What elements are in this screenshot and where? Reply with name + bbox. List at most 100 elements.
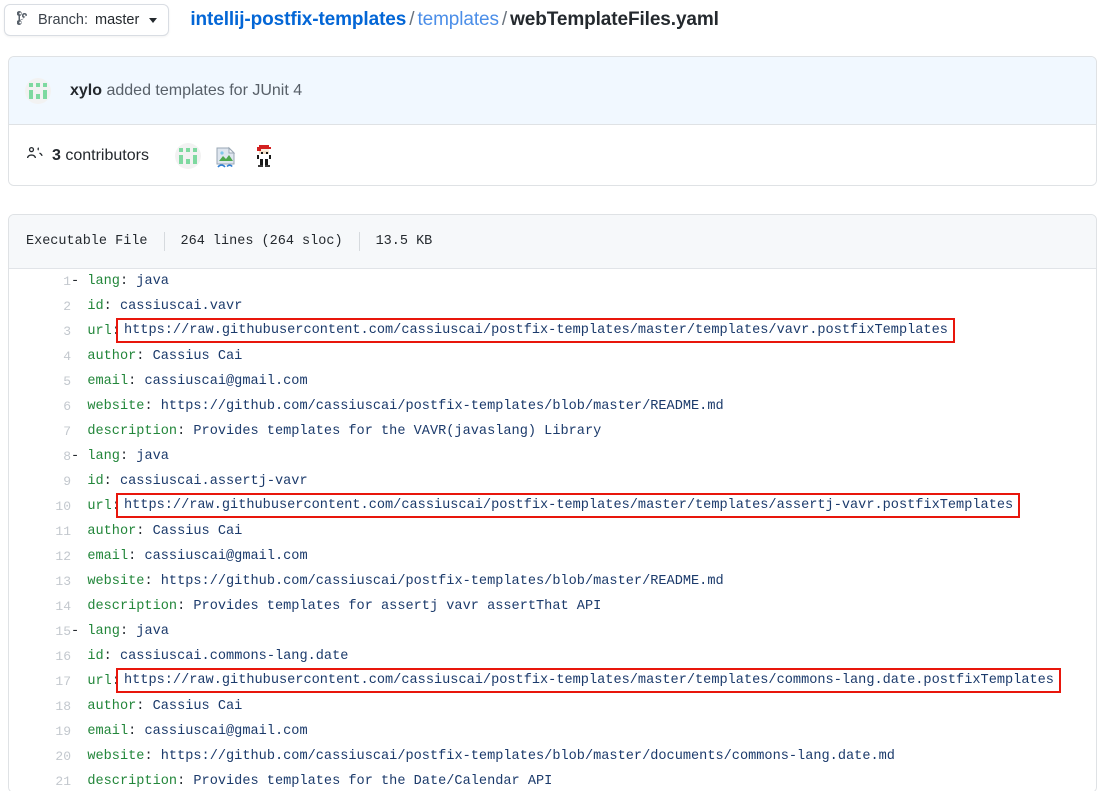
line-number[interactable]: 4 <box>9 344 71 369</box>
yaml-punctuation <box>71 699 87 714</box>
highlighted-url-box: https://raw.githubusercontent.com/cassiu… <box>115 493 1021 518</box>
code-line-content: description: Provides templates for the … <box>71 419 1096 444</box>
yaml-value: https://github.com/cassiuscai/postfix-te… <box>160 574 724 589</box>
yaml-key: lang <box>87 449 120 464</box>
yaml-punctuation: : <box>119 274 137 289</box>
yaml-value: java <box>136 449 169 464</box>
yaml-key: website <box>87 749 145 764</box>
code-line-content: id: cassiuscai.commons-lang.date <box>71 644 1096 669</box>
yaml-punctuation: : <box>128 374 145 389</box>
yaml-punctuation: - <box>71 274 88 289</box>
contributor-avatar-broken-image[interactable] <box>213 143 239 169</box>
yaml-punctuation: : <box>177 774 194 789</box>
contributor-avatars <box>174 142 277 169</box>
line-number[interactable]: 17 <box>9 669 71 694</box>
code-line: 11 author: Cassius Cai <box>9 519 1096 544</box>
commit-message-text: added templates for JUnit 4 <box>106 81 303 99</box>
code-line-content: - lang: java <box>71 619 1096 644</box>
code-line: 7 description: Provides templates for th… <box>9 419 1096 444</box>
code-line: 2 id: cassiuscai.vavr <box>9 294 1096 319</box>
yaml-key: website <box>87 574 145 589</box>
code-line: 10 url: https://raw.githubusercontent.com… <box>9 493 1096 519</box>
line-number[interactable]: 7 <box>9 419 71 444</box>
commit-author-avatar[interactable] <box>25 77 51 104</box>
code-line: 21 description: Provides templates for t… <box>9 769 1096 791</box>
breadcrumb: intellij-postfix-templates / templates / web… <box>190 9 719 31</box>
line-number[interactable]: 9 <box>9 469 71 494</box>
yaml-value: java <box>136 274 169 289</box>
branch-label: Branch: <box>38 12 88 28</box>
yaml-punctuation <box>71 374 87 389</box>
yaml-punctuation <box>71 474 87 489</box>
contributors-count: 3 contributors <box>52 147 149 165</box>
yaml-punctuation: : <box>144 574 161 589</box>
yaml-key: description <box>87 599 178 614</box>
yaml-key: id <box>87 649 104 664</box>
code-viewer[interactable]: 1- lang: java 2 id: cassiuscai.vavr 3 url:… <box>9 269 1096 791</box>
file-size: 13.5 KB <box>375 234 433 249</box>
line-number[interactable]: 19 <box>9 719 71 744</box>
code-line-content: id: cassiuscai.assertj-vavr <box>71 469 1096 494</box>
code-line-content: url: https://raw.githubusercontent.com/ca… <box>71 318 1096 344</box>
yaml-punctuation <box>71 599 87 614</box>
yaml-key: description <box>87 424 178 439</box>
commit-message: xylo added templates for JUnit 4 <box>70 82 302 100</box>
yaml-punctuation <box>71 549 87 564</box>
code-line-content: author: Cassius Cai <box>71 344 1096 369</box>
line-number[interactable]: 15 <box>9 619 71 644</box>
line-number[interactable]: 6 <box>9 394 71 419</box>
contributors-label: contributors <box>65 146 149 164</box>
line-number[interactable]: 10 <box>9 494 71 519</box>
line-number[interactable]: 5 <box>9 369 71 394</box>
line-number[interactable]: 3 <box>9 319 71 344</box>
line-number[interactable]: 20 <box>9 744 71 769</box>
contributor-avatar-identicon[interactable] <box>174 142 201 169</box>
latest-commit-row: xylo added templates for JUnit 4 <box>9 57 1096 125</box>
line-number[interactable]: 18 <box>9 694 71 719</box>
line-number[interactable]: 21 <box>9 769 71 791</box>
yaml-key: author <box>87 349 137 364</box>
github-file-view: Branch: master intellij-postfix-template… <box>0 0 1105 791</box>
code-line: 18 author: Cassius Cai <box>9 694 1096 719</box>
divider <box>358 232 360 251</box>
code-line-content: - lang: java <box>71 444 1096 469</box>
contributors-count-number: 3 <box>52 146 61 164</box>
code-line-content: url: https://raw.githubusercontent.com/ca… <box>71 668 1096 694</box>
yaml-punctuation: : <box>128 724 145 739</box>
line-number[interactable]: 16 <box>9 644 71 669</box>
highlighted-url-box: https://raw.githubusercontent.com/cassiu… <box>115 668 1061 693</box>
line-number[interactable]: 11 <box>9 519 71 544</box>
line-number[interactable]: 14 <box>9 594 71 619</box>
yaml-value: cassiuscai@gmail.com <box>144 549 308 564</box>
line-number[interactable]: 13 <box>9 569 71 594</box>
contributor-avatar-pixel-character[interactable] <box>251 143 277 169</box>
line-number[interactable]: 1 <box>9 269 71 294</box>
yaml-key: id <box>87 299 104 314</box>
code-line: 3 url: https://raw.githubusercontent.com/… <box>9 318 1096 344</box>
code-line-content: author: Cassius Cai <box>71 519 1096 544</box>
line-number[interactable]: 12 <box>9 544 71 569</box>
yaml-punctuation: : <box>128 549 145 564</box>
file-mode: Executable File <box>26 234 148 249</box>
line-number[interactable]: 8 <box>9 444 71 469</box>
commit-author-name[interactable]: xylo <box>70 82 102 99</box>
file-meta-header: Executable File 264 lines (264 sloc) 13.… <box>9 215 1096 269</box>
chevron-down-icon <box>149 17 158 23</box>
branch-selector-button[interactable]: Branch: master <box>4 4 170 36</box>
yaml-punctuation: : <box>136 699 153 714</box>
topbar: Branch: master intellij-postfix-template… <box>0 0 1105 40</box>
breadcrumb-directory-link[interactable]: templates <box>417 9 499 30</box>
code-line: 16 id: cassiuscai.commons-lang.date <box>9 644 1096 669</box>
yaml-key: email <box>87 549 129 564</box>
line-number[interactable]: 2 <box>9 294 71 319</box>
yaml-key: description <box>87 774 178 789</box>
yaml-punctuation: : <box>144 399 161 414</box>
yaml-value: Provides templates for assertj vavr asse… <box>193 599 602 614</box>
breadcrumb-repo-link[interactable]: intellij-postfix-templates <box>190 9 406 30</box>
git-branch-icon <box>16 10 31 30</box>
yaml-punctuation: : <box>144 749 161 764</box>
yaml-punctuation <box>71 399 87 414</box>
code-line: 19 email: cassiuscai@gmail.com <box>9 719 1096 744</box>
file-line-count: 264 lines (264 sloc) <box>180 234 343 249</box>
code-table: 1- lang: java 2 id: cassiuscai.vavr 3 url:… <box>9 269 1096 791</box>
